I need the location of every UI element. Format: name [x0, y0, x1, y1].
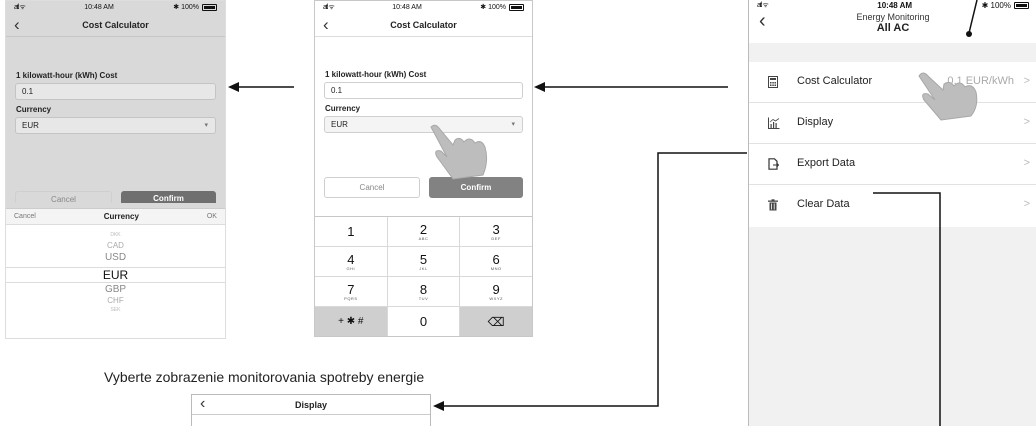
- phone-display: ‹ Display: [191, 394, 431, 426]
- nav-bar: ‹ Display: [192, 395, 430, 415]
- caption-text: Vyberte zobrazenie monitorovania spotreb…: [104, 369, 425, 385]
- page-title: Display: [294, 399, 327, 410]
- connector-lines: [433, 0, 978, 426]
- back-icon[interactable]: ‹: [200, 395, 205, 415]
